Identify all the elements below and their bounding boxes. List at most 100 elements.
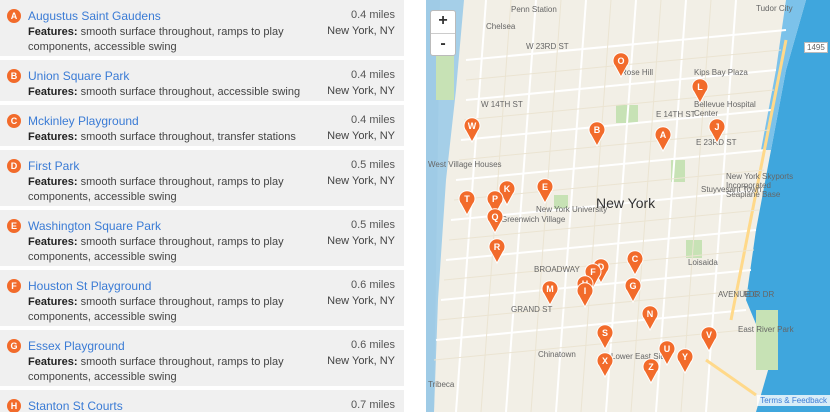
- city-label: New York: [596, 195, 656, 211]
- result-item[interactable]: F Houston St Playground 0.6 miles Features:…: [0, 270, 404, 326]
- map-marker-letter: J: [714, 122, 720, 132]
- result-marker-badge: A: [7, 9, 21, 23]
- result-city: New York, NY: [327, 235, 395, 247]
- result-name-link[interactable]: Mckinley Playground: [28, 114, 139, 128]
- results-list: A Augustus Saint Gaudens 0.4 miles Features…: [0, 0, 404, 412]
- map-marker-l[interactable]: L: [691, 78, 709, 105]
- map-marker-letter: O: [617, 56, 625, 66]
- zoom-out-button[interactable]: -: [431, 33, 455, 55]
- result-city: New York, NY: [327, 85, 395, 97]
- result-name-link[interactable]: Union Square Park: [28, 69, 129, 83]
- map-place-label: 1495: [804, 42, 828, 53]
- features-text: smooth surface throughout, transfer stat…: [77, 131, 296, 143]
- result-item[interactable]: B Union Square Park 0.4 miles Features: smo…: [0, 60, 404, 101]
- result-distance: 0.4 miles: [350, 9, 395, 21]
- result-name-link[interactable]: Houston St Playground: [28, 279, 151, 293]
- map-marker-letter: M: [546, 284, 554, 294]
- result-name-link[interactable]: Essex Playground: [28, 339, 125, 353]
- features-label: Features:: [28, 296, 78, 308]
- map-marker-a[interactable]: A: [654, 126, 672, 153]
- result-name-link[interactable]: Augustus Saint Gaudens: [28, 9, 161, 23]
- map-place-label: East River Park: [738, 325, 794, 334]
- result-features: Features: smooth surface throughout, ram…: [28, 175, 323, 205]
- features-label: Features:: [28, 176, 78, 188]
- result-distance: 0.4 miles: [350, 69, 395, 81]
- map-marker-i[interactable]: I: [576, 282, 594, 309]
- map-marker-letter: V: [705, 330, 712, 340]
- map-place-label: New York Skyports Incorporated Seaplane …: [726, 172, 794, 199]
- result-distance: 0.5 miles: [350, 159, 395, 171]
- map[interactable]: Penn Station Chelsea Rose Hill Kips Bay Pla…: [426, 0, 830, 412]
- map-marker-c[interactable]: C: [626, 250, 644, 277]
- map-marker-letter: Y: [681, 352, 688, 362]
- terms-feedback-link[interactable]: Terms & Feedback: [757, 395, 830, 406]
- result-distance: 0.5 miles: [350, 219, 395, 231]
- map-marker-e[interactable]: E: [536, 178, 554, 205]
- map-marker-letter: P: [491, 194, 498, 204]
- map-marker-n[interactable]: N: [641, 305, 659, 332]
- result-features: Features: smooth surface throughout, tra…: [28, 130, 323, 145]
- features-label: Features:: [28, 131, 78, 143]
- result-features: Features: smooth surface throughout, ram…: [28, 25, 323, 55]
- result-marker-badge: F: [7, 279, 21, 293]
- map-place-label: Kips Bay Plaza: [694, 68, 748, 77]
- map-place-label: West Village Houses: [428, 160, 502, 169]
- result-features: Features: smooth surface throughout, ram…: [28, 355, 323, 385]
- map-marker-s[interactable]: S: [596, 324, 614, 351]
- map-marker-r[interactable]: R: [488, 238, 506, 265]
- map-marker-letter: E: [541, 182, 548, 192]
- map-marker-g[interactable]: G: [624, 277, 642, 304]
- result-item[interactable]: H Stanton St Courts 0.7 miles: [0, 390, 404, 412]
- result-features: Features: smooth surface throughout, ram…: [28, 235, 323, 265]
- map-marker-letter: L: [697, 82, 703, 92]
- map-marker-letter: Q: [491, 212, 499, 222]
- result-item[interactable]: C Mckinley Playground 0.4 miles Features: s…: [0, 105, 404, 146]
- result-features: Features: smooth surface throughout, ram…: [28, 295, 323, 325]
- features-label: Features:: [28, 236, 78, 248]
- map-marker-letter: S: [601, 328, 608, 338]
- result-name-link[interactable]: Stanton St Courts: [28, 399, 123, 412]
- map-place-label: E 14TH ST: [656, 110, 696, 119]
- map-marker-letter: B: [593, 125, 601, 135]
- result-item[interactable]: G Essex Playground 0.6 miles Features: smoo…: [0, 330, 404, 386]
- features-label: Features:: [28, 86, 78, 98]
- map-marker-letter: A: [659, 130, 667, 140]
- map-marker-o[interactable]: O: [612, 52, 630, 79]
- map-marker-y[interactable]: Y: [676, 348, 694, 375]
- map-marker-letter: Z: [648, 362, 654, 372]
- result-marker-badge: B: [7, 69, 21, 83]
- map-marker-q[interactable]: Q: [486, 208, 504, 235]
- features-label: Features:: [28, 356, 78, 368]
- result-distance: 0.7 miles: [350, 399, 395, 411]
- zoom-control: + -: [430, 10, 456, 56]
- map-place-label: Penn Station: [511, 5, 557, 14]
- map-marker-w[interactable]: W: [463, 117, 481, 144]
- result-item[interactable]: D First Park 0.5 miles Features: smooth sur…: [0, 150, 404, 206]
- features-text: smooth surface throughout, accessible sw…: [77, 86, 301, 98]
- result-name-link[interactable]: Washington Square Park: [28, 219, 161, 233]
- map-marker-x[interactable]: X: [596, 352, 614, 379]
- result-city: New York, NY: [327, 25, 395, 37]
- map-marker-j[interactable]: J: [708, 118, 726, 145]
- map-marker-t[interactable]: T: [458, 190, 476, 217]
- result-features: Features: smooth surface throughout, acc…: [28, 85, 323, 100]
- result-name-link[interactable]: First Park: [28, 159, 79, 173]
- map-marker-v[interactable]: V: [700, 326, 718, 353]
- result-distance: 0.6 miles: [350, 279, 395, 291]
- map-place-label: Loisaida: [688, 258, 718, 267]
- result-marker-badge: D: [7, 159, 21, 173]
- map-marker-letter: C: [631, 254, 639, 264]
- features-label: Features:: [28, 26, 78, 38]
- map-marker-z[interactable]: Z: [642, 358, 660, 385]
- result-item[interactable]: E Washington Square Park 0.5 miles Features…: [0, 210, 404, 266]
- zoom-in-button[interactable]: +: [431, 11, 455, 33]
- map-marker-u[interactable]: U: [658, 340, 676, 367]
- map-place-label: FDR DR: [744, 290, 775, 299]
- result-marker-badge: E: [7, 219, 21, 233]
- result-item[interactable]: A Augustus Saint Gaudens 0.4 miles Features…: [0, 0, 404, 56]
- result-marker-badge: C: [7, 114, 21, 128]
- result-city: New York, NY: [327, 175, 395, 187]
- map-marker-m[interactable]: M: [541, 280, 559, 307]
- map-marker-b[interactable]: B: [588, 121, 606, 148]
- map-place-label: Greenwich Village: [501, 215, 566, 224]
